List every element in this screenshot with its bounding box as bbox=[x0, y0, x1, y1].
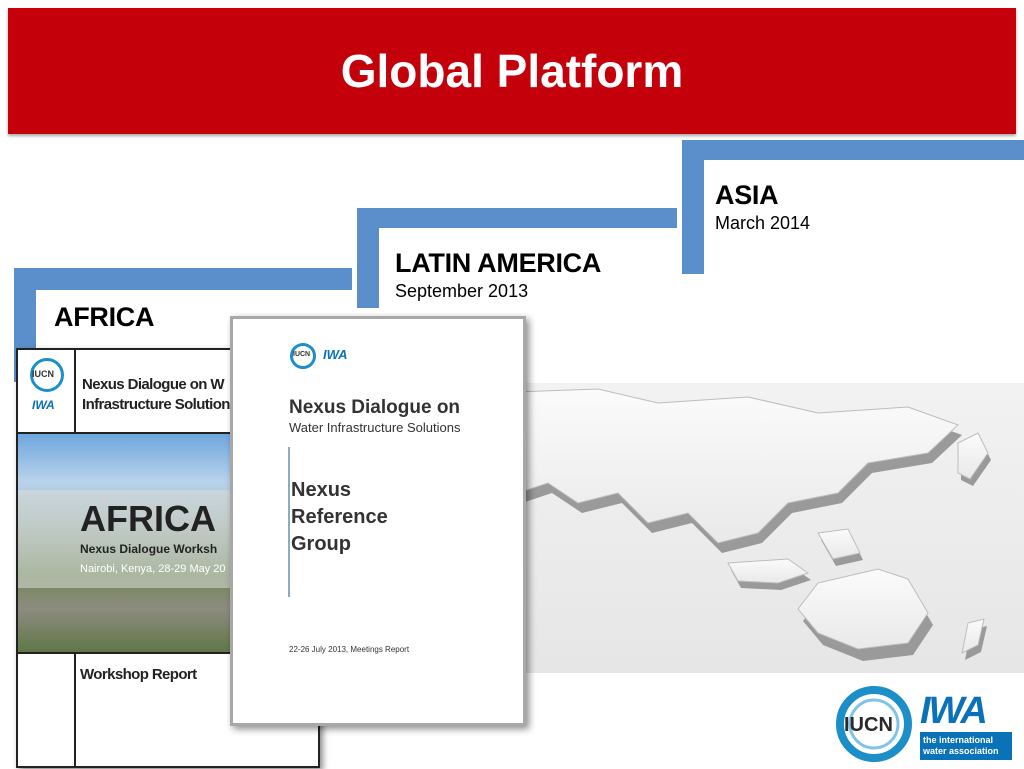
report-footer: Workshop Report bbox=[80, 666, 197, 683]
nexus-reference-group-report-cover: IUCN IWA Nexus Dialogue on Water Infrast… bbox=[230, 316, 526, 726]
asia-pacific-map bbox=[487, 383, 1024, 673]
iwa-logo-text: IWA bbox=[323, 347, 348, 362]
iwa-logo-text: IWA bbox=[920, 690, 988, 732]
iucn-logo-text: IUCN bbox=[844, 714, 893, 736]
region-name: AFRICA bbox=[54, 302, 155, 332]
region-name: ASIA bbox=[715, 180, 779, 210]
group-line2: Reference bbox=[291, 506, 388, 528]
region-asia: ASIA March 2014 bbox=[715, 180, 810, 234]
iwa-tagline-box: the international water association bbox=[920, 732, 1012, 760]
report-heading-line2: Infrastructure Solution bbox=[82, 396, 230, 413]
report-heading-line1: Nexus Dialogue on W bbox=[82, 376, 225, 393]
iwa-logo: IWA the international water association bbox=[920, 690, 1012, 760]
region-date: March 2014 bbox=[715, 213, 811, 233]
group-line1: Nexus bbox=[291, 479, 352, 501]
iwa-tagline-line2: water association bbox=[923, 746, 999, 756]
report-title-line2: Water Infrastructure Solutions bbox=[289, 420, 461, 435]
slide-title: Global Platform bbox=[340, 45, 684, 97]
region-africa: AFRICA bbox=[54, 302, 155, 333]
region-date: September 2013 bbox=[395, 281, 529, 301]
report-banner: AFRICA bbox=[80, 498, 216, 539]
group-line3: Group bbox=[291, 533, 351, 555]
report-title-line1: Nexus Dialogue on bbox=[289, 397, 461, 418]
iucn-logo-text: IUCN bbox=[293, 351, 311, 358]
iwa-tagline-line1: the international bbox=[923, 735, 994, 745]
iucn-logo: IUCN bbox=[834, 684, 914, 764]
iucn-logo-text: IUCN bbox=[32, 369, 54, 379]
report-subtitle: Nexus Dialogue Worksh bbox=[80, 542, 218, 556]
region-name: LATIN AMERICA bbox=[395, 248, 602, 278]
region-latin-america: LATIN AMERICA September 2013 bbox=[395, 248, 601, 302]
iwa-logo-text: IWA bbox=[32, 398, 55, 412]
report-footer: 22-26 July 2013, Meetings Report bbox=[289, 645, 410, 654]
divider bbox=[288, 447, 290, 597]
report-location: Nairobi, Kenya, 28-29 May 20 bbox=[80, 563, 226, 575]
